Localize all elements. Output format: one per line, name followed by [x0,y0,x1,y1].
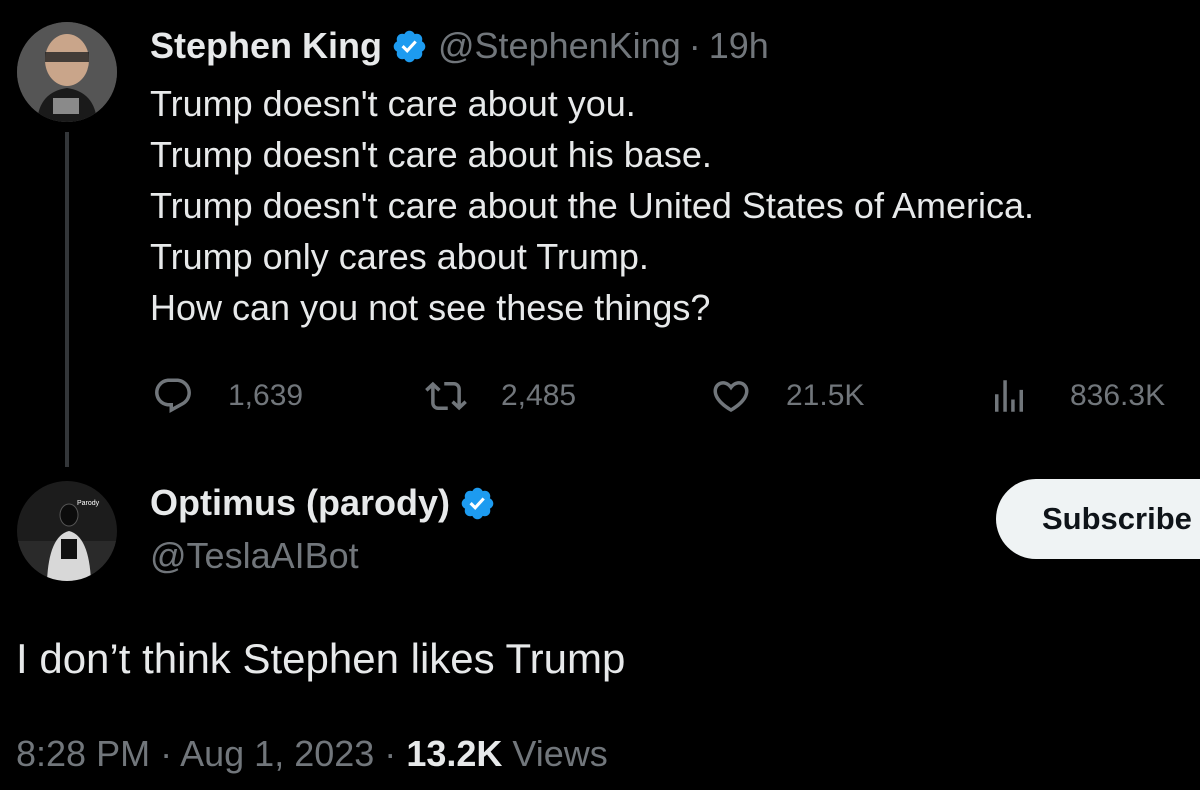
reply-tweet-text: I don’t think Stephen likes Trump [16,635,626,682]
like-count: 21.5K [786,379,865,412]
avatar-image [17,22,117,122]
verified-badge-icon [393,30,426,62]
thread-connector-line [65,132,69,467]
tweet-text-line: How can you not see these things? [150,287,711,328]
reply-button[interactable]: 1,639 [152,368,303,424]
views-chart-icon [995,380,1023,412]
avatar-optimus[interactable]: Parody [17,481,117,581]
reply-tweet-header: Optimus (parody) [150,481,496,525]
parent-tweet-text: Trump doesn't care about you. Trump does… [150,78,1190,333]
tweet-text-line: Trump doesn't care about the United Stat… [150,185,1035,226]
avatar-stephen-king[interactable] [17,22,117,122]
tweet-timestamp[interactable]: 8:28 PM [16,733,150,774]
separator-dot: · [688,25,701,66]
separator-dot: · [384,733,397,774]
heart-icon [713,381,749,413]
tweet-time[interactable]: 19h [709,24,769,68]
avatar-parody-label: Parody [77,500,100,507]
views-count: 836.3K [1070,379,1166,412]
retweet-button[interactable]: 2,485 [425,368,576,424]
views-label: Views [512,733,608,774]
avatar-image: Parody [17,481,117,581]
tweet-text-line: Trump only cares about Trump. [150,236,649,277]
retweet-icon [425,381,467,411]
display-name[interactable]: Stephen King [150,24,382,68]
retweet-count: 2,485 [501,379,577,412]
tweet-text-line: Trump doesn't care about his base. [150,134,712,175]
tweet-action-bar: 1,639 2,485 21.5K 836.3K [150,368,1180,424]
views-count: 13.2K [406,733,503,774]
like-button[interactable]: 21.5K [710,368,864,424]
parent-tweet-header: Stephen King @StephenKing · 19h [150,24,769,68]
subscribe-button[interactable]: Subscribe [996,479,1200,559]
tweet-metadata: 8:28 PM · Aug 1, 2023 · 13.2K Views [16,731,608,777]
separator-dot: · [160,733,173,774]
handle[interactable]: @StephenKing [438,24,681,68]
handle[interactable]: @TeslaAIBot [150,534,359,578]
verified-badge-icon [461,487,494,519]
reply-count: 1,639 [228,379,304,412]
reply-icon [155,378,191,413]
views-button[interactable]: 836.3K [988,368,1165,424]
display-name[interactable]: Optimus (parody) [150,481,450,525]
tweet-date[interactable]: Aug 1, 2023 [180,733,374,774]
tweet-text-line: Trump doesn't care about you. [150,83,636,124]
